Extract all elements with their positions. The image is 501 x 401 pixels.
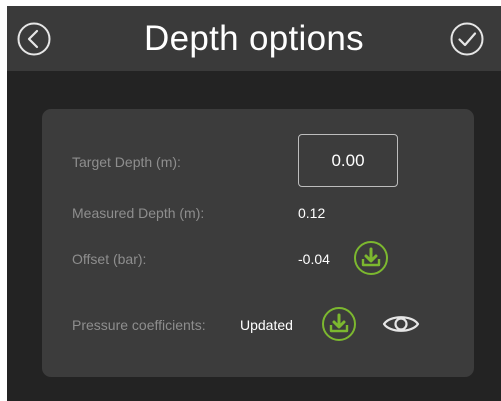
measured-depth-label: Measured Depth (m):: [72, 205, 205, 221]
depth-options-panel: Target Depth (m): Measured Depth (m): 0.…: [42, 109, 474, 377]
offset-label: Offset (bar):: [72, 251, 147, 267]
app-window: Depth options Target Depth (m): Measured…: [7, 6, 501, 401]
confirm-button[interactable]: [449, 21, 485, 57]
measured-depth-value: 0.12: [298, 205, 326, 221]
pressure-coefficients-label: Pressure coefficients:: [72, 317, 206, 333]
target-depth-label: Target Depth (m):: [72, 154, 181, 170]
header-bar: Depth options: [7, 6, 501, 71]
eye-icon: [382, 316, 420, 332]
target-depth-input[interactable]: [298, 134, 398, 187]
offset-value: -0.04: [298, 251, 330, 267]
pressure-coefficients-download-button[interactable]: [321, 306, 357, 342]
pressure-coefficients-status: Updated: [240, 317, 293, 333]
view-pressure-coefficients-button[interactable]: [382, 312, 420, 336]
offset-download-button[interactable]: [353, 240, 389, 276]
check-circle-icon: [450, 22, 484, 56]
page-title: Depth options: [144, 19, 364, 58]
download-icon: [322, 307, 356, 341]
download-icon: [354, 241, 388, 275]
